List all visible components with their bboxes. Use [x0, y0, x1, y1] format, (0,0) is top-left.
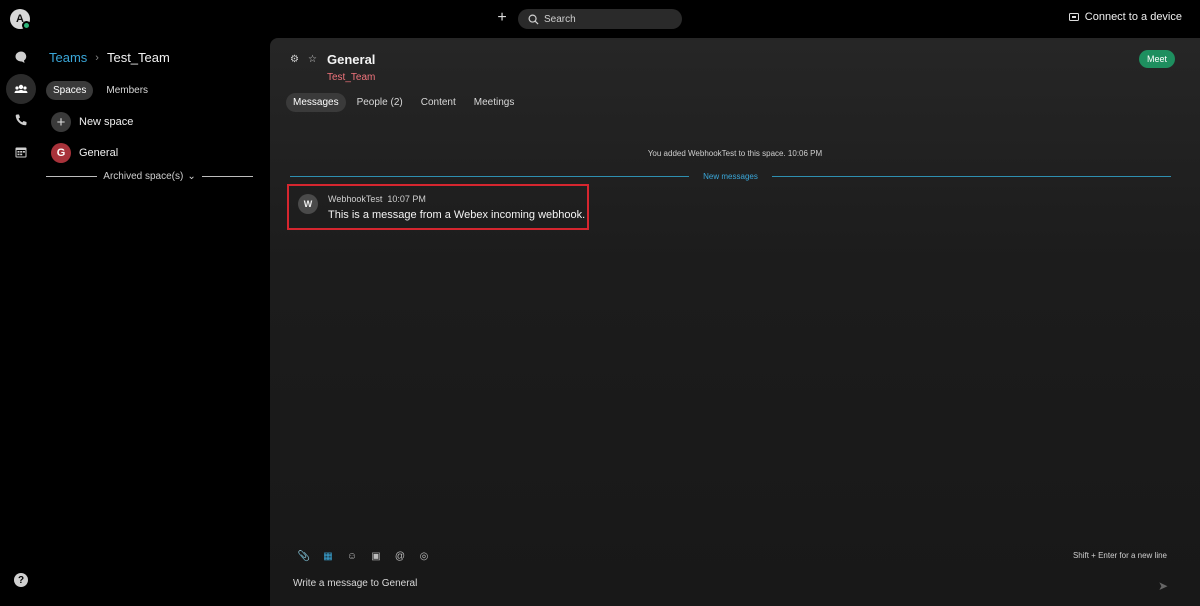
add-icon[interactable]: +: [494, 10, 510, 26]
breadcrumb-team-name: Test_Team: [106, 50, 170, 65]
new-space-label: New space: [79, 116, 134, 128]
space-tabs: Messages People (2) Content Meetings: [286, 93, 521, 112]
search-input[interactable]: Search: [518, 9, 682, 29]
meet-button[interactable]: Meet: [1138, 50, 1175, 68]
breadcrumb: Teams › Test_Team: [49, 50, 170, 65]
tab-content[interactable]: Content: [414, 93, 463, 112]
team-panel-tabs: Spaces Members: [46, 81, 155, 100]
avatar: W: [298, 194, 318, 214]
chevron-right-icon: ›: [95, 51, 99, 64]
space-title: General: [327, 52, 376, 67]
tab-people[interactable]: People (2): [350, 93, 410, 112]
space-panel: ⚙ ☆ General Test_Team Meet Messages Peop…: [270, 38, 1200, 606]
space-item-label: General: [79, 147, 119, 159]
space-avatar: G: [51, 143, 71, 163]
calls-icon[interactable]: [6, 105, 36, 135]
emoji-icon[interactable]: ☺: [346, 550, 358, 562]
messaging-icon[interactable]: [6, 42, 36, 72]
divider: [290, 176, 690, 177]
divider: [46, 176, 98, 177]
tab-messages[interactable]: Messages: [286, 93, 346, 112]
composer-toolbar: 📎 ▦ ☺ ▣ @ ◎: [298, 550, 430, 562]
calendar-icon[interactable]: [6, 137, 36, 167]
top-bar: A + Search Connect to a device: [0, 0, 1200, 38]
new-space-button[interactable]: + New space: [51, 112, 133, 132]
space-header-icons: ⚙ ☆: [290, 54, 317, 65]
connect-device-button[interactable]: Connect to a device: [1068, 11, 1182, 23]
message-sender: WebhookTest: [328, 194, 383, 204]
composer-hint: Shift + Enter for a new line: [1072, 551, 1167, 560]
tab-spaces[interactable]: Spaces: [46, 81, 94, 100]
message-input[interactable]: [293, 578, 1133, 589]
divider: [771, 176, 1171, 177]
plus-icon: +: [51, 112, 71, 132]
device-icon: [1068, 13, 1079, 21]
settings-gear-icon[interactable]: ⚙: [290, 54, 299, 65]
system-message: You added WebhookTest to this space. 10:…: [647, 149, 823, 158]
new-messages-divider: New messages: [283, 172, 1178, 181]
format-icon[interactable]: ▦: [322, 550, 334, 562]
teams-icon[interactable]: [6, 74, 36, 104]
gif-icon[interactable]: ▣: [370, 550, 382, 562]
divider: [201, 176, 254, 177]
search-placeholder: Search: [544, 13, 576, 25]
tab-members[interactable]: Members: [99, 81, 155, 100]
archived-spaces-toggle[interactable]: Archived space(s) ⌄: [46, 171, 254, 182]
space-item-general[interactable]: G General: [51, 143, 118, 163]
screenshot-icon[interactable]: ◎: [418, 550, 430, 562]
archived-spaces-label: Archived space(s): [103, 171, 184, 182]
send-icon[interactable]: ➤: [1158, 579, 1168, 593]
attach-icon[interactable]: 📎: [298, 550, 310, 562]
message-item[interactable]: W WebhookTest 10:07 PM This is a message …: [287, 184, 589, 230]
presence-indicator: [22, 21, 31, 30]
breadcrumb-teams-link[interactable]: Teams: [49, 50, 87, 65]
search-icon: [528, 14, 539, 25]
message-text: This is a message from a Webex incoming …: [328, 209, 586, 221]
new-messages-label: New messages: [703, 172, 758, 181]
message-time: 10:07 PM: [387, 194, 426, 204]
help-icon[interactable]: ?: [14, 573, 28, 587]
mention-icon[interactable]: @: [394, 550, 406, 562]
space-team-link[interactable]: Test_Team: [327, 72, 375, 83]
message-meta: WebhookTest 10:07 PM: [328, 194, 426, 204]
chevron-down-icon: ⌄: [187, 171, 196, 182]
favorite-star-icon[interactable]: ☆: [308, 54, 317, 65]
connect-device-label: Connect to a device: [1084, 11, 1182, 23]
tab-meetings[interactable]: Meetings: [467, 93, 522, 112]
